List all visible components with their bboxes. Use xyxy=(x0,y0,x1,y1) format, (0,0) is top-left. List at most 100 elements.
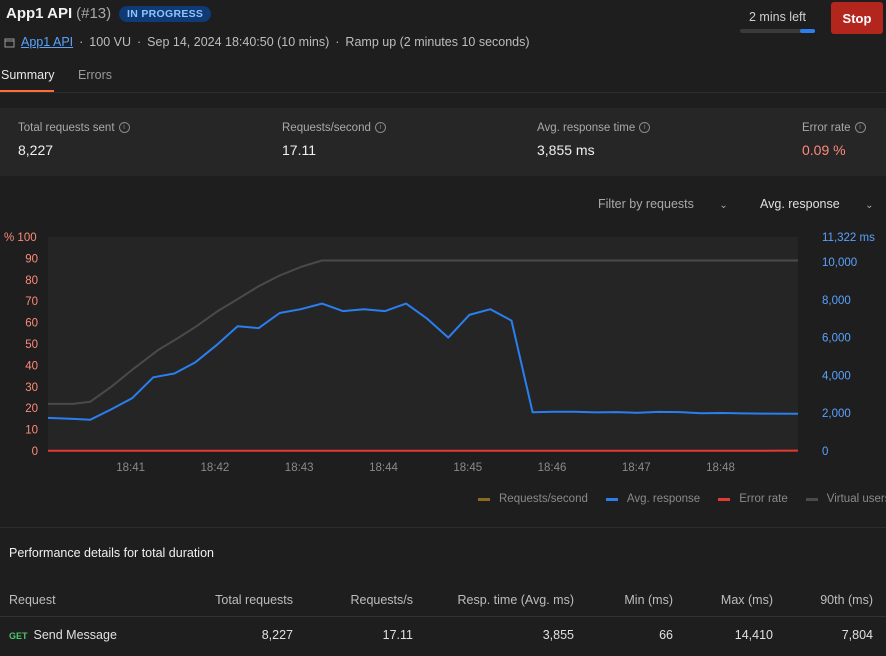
legend-label: Virtual users xyxy=(826,493,886,505)
column-header-avg-response: Resp. time (Avg. ms) xyxy=(457,593,574,607)
x-axis-tick-label: 18:44 xyxy=(369,462,398,474)
right-axis-tick-label: 8,000 xyxy=(822,295,851,307)
x-axis-tick-label: 18:47 xyxy=(622,462,651,474)
right-axis-tick-label: 6,000 xyxy=(822,333,851,345)
request-name-cell: GET Send Message xyxy=(9,628,117,642)
x-axis-tick-label: 18:45 xyxy=(453,462,482,474)
request-name: Send Message xyxy=(33,628,117,642)
right-axis-tick-label: 0 xyxy=(822,446,828,458)
plot-area xyxy=(48,237,798,451)
left-axis-tick-label: 50 xyxy=(25,339,38,351)
left-axis-tick-label: 10 xyxy=(25,425,38,437)
stat-value: 17.11 xyxy=(282,142,316,158)
left-axis-tick-label: 40 xyxy=(25,360,38,372)
chevron-down-icon: ⌄ xyxy=(719,200,728,211)
http-method-badge: GET xyxy=(9,631,28,641)
stat-label: Avg. response time xyxy=(537,122,636,134)
time-left-progress-fill xyxy=(800,29,815,33)
stat-label: Requests/second xyxy=(282,122,371,134)
stat-value: 8,227 xyxy=(18,142,54,158)
legend-label: Error rate xyxy=(739,493,788,505)
summary-stats: Total requests sent i 8,227 Requests/seco… xyxy=(0,108,886,176)
test-name: App1 API xyxy=(6,5,73,22)
right-axis-tick-label: 4,000 xyxy=(822,370,851,382)
filter-by-requests-dropdown[interactable]: Filter by requests ⌄ xyxy=(598,197,728,211)
legend-swatch xyxy=(718,497,731,501)
page-title: App1 API (#13) xyxy=(6,5,111,22)
stat-label: Error rate xyxy=(802,122,851,134)
column-header-max: Max (ms) xyxy=(720,593,773,607)
dropdown-label: Avg. response xyxy=(760,197,840,211)
info-icon[interactable]: i xyxy=(639,122,651,134)
x-axis-tick-label: 18:41 xyxy=(116,462,145,474)
time-left-progress-bar xyxy=(740,29,815,33)
collection-link[interactable]: App1 API xyxy=(21,35,73,49)
legend-label: Requests/second xyxy=(499,493,588,505)
x-axis-tick-label: 18:43 xyxy=(285,462,314,474)
left-axis-tick-label: 90 xyxy=(25,253,38,265)
tabs-divider xyxy=(0,92,886,93)
column-header-request: Request xyxy=(9,593,56,607)
metric-dropdown[interactable]: Avg. response ⌄ xyxy=(760,197,874,211)
column-header-p90: 90th (ms) xyxy=(820,593,873,607)
left-axis-max-label: % 100 xyxy=(4,232,37,244)
right-axis-tick-label: 2,000 xyxy=(822,408,851,420)
right-axis-max-label: 11,322 ms xyxy=(822,232,875,244)
load-profile: Ramp up (2 minutes 10 seconds) xyxy=(345,35,530,49)
info-icon[interactable]: i xyxy=(118,122,130,134)
section-divider xyxy=(0,527,886,528)
column-header-requests-per-second: Requests/s xyxy=(350,593,413,607)
legend-requests-per-second[interactable]: Requests/second xyxy=(478,493,588,505)
stat-label: Total requests sent xyxy=(18,122,115,134)
stat-value: 0.09 % xyxy=(802,142,846,158)
run-number: (#13) xyxy=(76,5,112,22)
chevron-down-icon: ⌄ xyxy=(865,200,874,211)
start-time: Sep 14, 2024 18:40:50 (10 mins) xyxy=(147,35,330,49)
tab-summary[interactable]: Summary xyxy=(1,68,54,82)
virtual-users-count: 100 VU xyxy=(89,35,131,49)
stat-value: 3,855 ms xyxy=(537,142,595,158)
meta-separator: · xyxy=(137,35,142,49)
x-axis-tick-label: 18:48 xyxy=(706,462,735,474)
legend-label: Avg. response xyxy=(626,493,701,505)
stat-total-requests: Total requests sent i 8,227 xyxy=(18,122,130,158)
left-axis-tick-label: 0 xyxy=(32,446,38,458)
meta-separator: · xyxy=(79,35,84,49)
legend-swatch xyxy=(478,497,490,501)
table-header-divider xyxy=(0,616,886,617)
left-axis-tick-label: 70 xyxy=(25,296,38,308)
column-header-min: Min (ms) xyxy=(624,593,673,607)
left-axis-tick-label: 80 xyxy=(25,275,38,287)
left-axis-tick-label: 60 xyxy=(25,318,38,330)
legend-error-rate[interactable]: Error rate xyxy=(718,493,788,505)
x-axis-tick-label: 18:46 xyxy=(538,462,567,474)
meta-separator: · xyxy=(335,35,340,49)
legend-swatch xyxy=(605,497,618,501)
total-requests-cell: 8,227 xyxy=(261,628,293,642)
stat-avg-response-time: Avg. response time i 3,855 ms xyxy=(537,122,651,158)
column-header-total-requests: Total requests xyxy=(215,593,293,607)
time-left-label: 2 mins left xyxy=(749,10,806,24)
performance-chart: 0 10 20 30 40 50 60 70 80 90 % 100 0 2,000 4,000 6,000… xyxy=(4,232,875,474)
legend-avg-response[interactable]: Avg. response xyxy=(605,493,701,505)
stop-button[interactable]: Stop xyxy=(831,2,883,34)
performance-section-title: Performance details for total duration xyxy=(9,546,214,560)
avg-response-cell: 3,855 xyxy=(542,628,574,642)
left-axis-tick-label: 20 xyxy=(25,403,38,415)
collection-icon xyxy=(4,38,15,47)
stat-error-rate: Error rate i 0.09 % xyxy=(802,122,866,158)
legend-virtual-users[interactable]: Virtual users xyxy=(805,493,886,505)
info-icon[interactable]: i xyxy=(374,122,386,134)
info-icon[interactable]: i xyxy=(854,122,866,134)
dropdown-label: Filter by requests xyxy=(598,197,694,211)
right-axis-tick-label: 10,000 xyxy=(822,257,857,269)
max-cell: 14,410 xyxy=(734,628,773,642)
tab-errors[interactable]: Errors xyxy=(78,68,112,82)
status-badge: IN PROGRESS xyxy=(119,6,212,22)
stat-requests-per-second: Requests/second i 17.11 xyxy=(282,122,386,158)
requests-per-second-cell: 17.11 xyxy=(382,628,413,642)
x-axis-tick-label: 18:42 xyxy=(201,462,230,474)
left-axis-tick-label: 30 xyxy=(25,382,38,394)
run-meta: App1 API · 100 VU · Sep 14, 2024 18:40:5… xyxy=(4,35,530,49)
min-cell: 66 xyxy=(659,628,673,642)
